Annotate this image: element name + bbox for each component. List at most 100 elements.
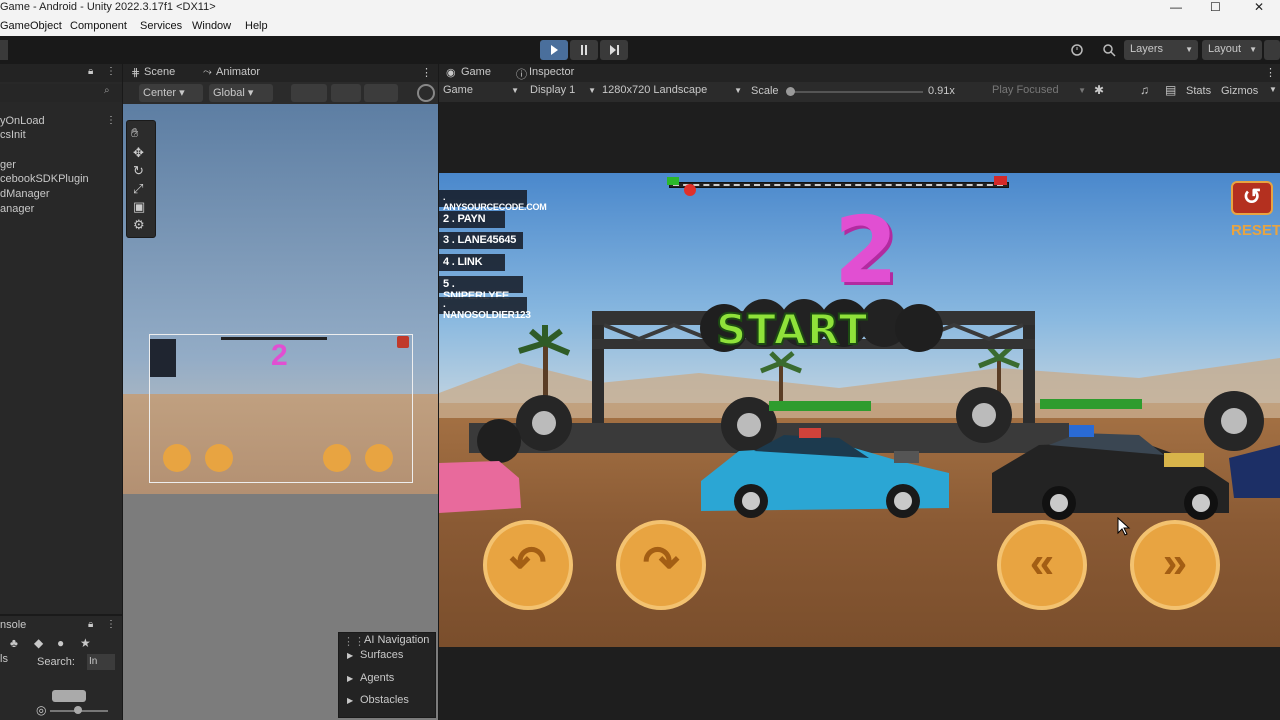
space-dropdown[interactable]: Global ▾ (209, 84, 273, 102)
layers-dropdown[interactable]: Layers ▼ (1124, 40, 1198, 60)
rect-tool-icon[interactable]: ▣ (133, 199, 145, 215)
stats-button[interactable]: Stats (1186, 85, 1211, 97)
tool-palette: ✋︎ ✥ ↻ ⤢ ▣ ⚙ (126, 120, 156, 238)
hierarchy-searchbar[interactable]: ⌕ (0, 84, 122, 102)
star-icon[interactable]: ★ (80, 636, 91, 650)
console-label: ls (0, 653, 8, 665)
draw-mode-button[interactable] (417, 84, 435, 102)
search-icon[interactable] (1100, 42, 1118, 58)
chevron-down-icon[interactable]: ▼ (1269, 85, 1277, 94)
finish-flag-icon (994, 176, 1007, 185)
step-icon (610, 45, 619, 55)
tag-icon[interactable]: ◆ (34, 636, 43, 650)
tab-animator[interactable]: Animator (216, 66, 260, 78)
mini-left-button (163, 444, 191, 472)
history-icon[interactable] (1068, 42, 1086, 58)
hierarchy-item[interactable]: dManager (0, 188, 50, 200)
scale-slider[interactable] (789, 91, 923, 93)
rotate-tool-icon[interactable]: ↻ (133, 163, 144, 179)
minimize-button[interactable]: — (1170, 0, 1182, 14)
account-button[interactable] (0, 40, 8, 60)
menu-window[interactable]: Window (192, 20, 231, 32)
step-button[interactable] (600, 40, 628, 60)
more-icon[interactable]: ⋮ (421, 66, 432, 79)
hierarchy-item[interactable]: ger (0, 159, 16, 171)
more-icon[interactable]: ⋮ (106, 66, 116, 77)
chevron-down-icon: ▼ (1078, 86, 1086, 95)
steer-left-button[interactable]: ↶ (483, 520, 573, 610)
main-toolbar (0, 36, 1280, 64)
overflow-button[interactable] (1264, 40, 1280, 60)
ai-nav-item-obstacles[interactable]: Obstacles (360, 694, 409, 706)
scene-panel: ⋕ Scene ⤳ Animator ⋮ Center ▾ Global ▾ ✋… (123, 64, 438, 720)
lock-icon[interactable]: 🔒︎ (88, 619, 93, 630)
drag-handle-icon[interactable]: ⋮⋮ (343, 635, 365, 648)
info-icon: ⓘ (516, 69, 527, 81)
stats-icon: ▤ (1165, 83, 1177, 97)
brake-button[interactable]: « (997, 520, 1087, 610)
grid-snap-button[interactable] (291, 84, 327, 102)
info-icon[interactable]: ● (57, 636, 64, 650)
play-focused-dropdown[interactable]: Play Focused ▼ (992, 84, 1086, 100)
search-scope-dropdown[interactable]: In (87, 654, 115, 670)
pause-icon (581, 45, 587, 55)
letterbox-bottom (439, 647, 1280, 720)
snap-increment-button[interactable] (331, 84, 361, 102)
ai-nav-item-agents[interactable]: Agents (360, 672, 394, 684)
window-title: Game - Android - Unity 2022.3.17f1 <DX11… (0, 1, 216, 13)
ai-navigation-title: AI Navigation (364, 634, 430, 646)
hierarchy-tabstrip: 🔒︎ ⋮ (0, 64, 122, 82)
hierarchy-item[interactable]: yOnLoad (0, 115, 45, 127)
console-tab[interactable]: nsole (0, 619, 26, 631)
more-icon[interactable]: ⋮ (106, 619, 116, 630)
window-titlebar: Game - Android - Unity 2022.3.17f1 <DX11… (0, 0, 1280, 17)
leaderboard-row: 3 . LANE45645 (439, 232, 523, 249)
filter-icon[interactable]: ♣ (10, 636, 18, 650)
hierarchy-item[interactable]: anager (0, 203, 34, 215)
console-icon (52, 690, 86, 702)
tab-game[interactable]: Game (461, 66, 491, 78)
more-icon[interactable]: ⋮ (1265, 66, 1276, 79)
close-button[interactable]: ✕ (1254, 0, 1264, 14)
menu-services[interactable]: Services (140, 20, 182, 32)
lock-icon[interactable]: 🔒︎ (88, 66, 93, 77)
hierarchy-item[interactable]: csInit (0, 129, 26, 141)
menu-gameobject[interactable]: GameObject (0, 20, 62, 32)
menu-help[interactable]: Help (245, 20, 268, 32)
steer-right-button[interactable]: ↷ (616, 520, 706, 610)
pause-button[interactable] (570, 40, 598, 60)
hand-tool-icon[interactable]: ✋︎ (131, 125, 138, 141)
scene-visibility-button[interactable] (364, 84, 398, 102)
resolution-dropdown[interactable]: 1280x720 Landscape ▼ (602, 84, 742, 100)
tab-inspector[interactable]: Inspector (529, 66, 574, 78)
mini-brake-button (323, 444, 351, 472)
more-icon[interactable]: ⋮ (106, 115, 116, 126)
audio-icon[interactable]: ♫ (1140, 83, 1149, 97)
accelerate-button[interactable]: » (1130, 520, 1220, 610)
reset-label[interactable]: RESET (1231, 222, 1280, 239)
bug-icon[interactable]: ✱ (1094, 83, 1104, 97)
layout-dropdown[interactable]: Layout ▼ (1202, 40, 1262, 60)
menu-component[interactable]: Component (70, 20, 127, 32)
tab-scene[interactable]: Scene (144, 66, 175, 78)
pivot-dropdown[interactable]: Center ▾ (139, 84, 203, 102)
reset-icon[interactable]: ↺ (1231, 181, 1273, 215)
game-mode-dropdown[interactable]: Game ▼ (443, 84, 521, 100)
mini-right-button (205, 444, 233, 472)
move-tool-icon[interactable]: ✥ (133, 145, 144, 161)
scale-tool-icon[interactable]: ⤢ (133, 181, 143, 197)
game-screen[interactable]: . ANYSOURCECODE.COM 2 . PAYN 3 . LANE456… (439, 173, 1280, 647)
zoom-slider-handle[interactable] (74, 706, 82, 714)
ai-nav-item-surfaces[interactable]: Surfaces (360, 649, 403, 661)
play-button[interactable] (540, 40, 568, 60)
transform-tool-icon[interactable]: ⚙ (133, 217, 145, 233)
chevron-down-icon: ▼ (588, 86, 596, 95)
leaderboard-row: . ANYSOURCECODE.COM (439, 190, 547, 212)
maximize-button[interactable]: ☐ (1210, 0, 1221, 14)
hierarchy-item[interactable]: cebookSDKPlugin (0, 173, 89, 185)
scale-slider-handle[interactable] (786, 87, 795, 96)
search-label: Search: (37, 656, 75, 668)
gizmos-button[interactable]: Gizmos (1221, 85, 1258, 97)
space-label: Global (213, 87, 245, 99)
display-dropdown[interactable]: Display 1 ▼ (530, 84, 596, 100)
